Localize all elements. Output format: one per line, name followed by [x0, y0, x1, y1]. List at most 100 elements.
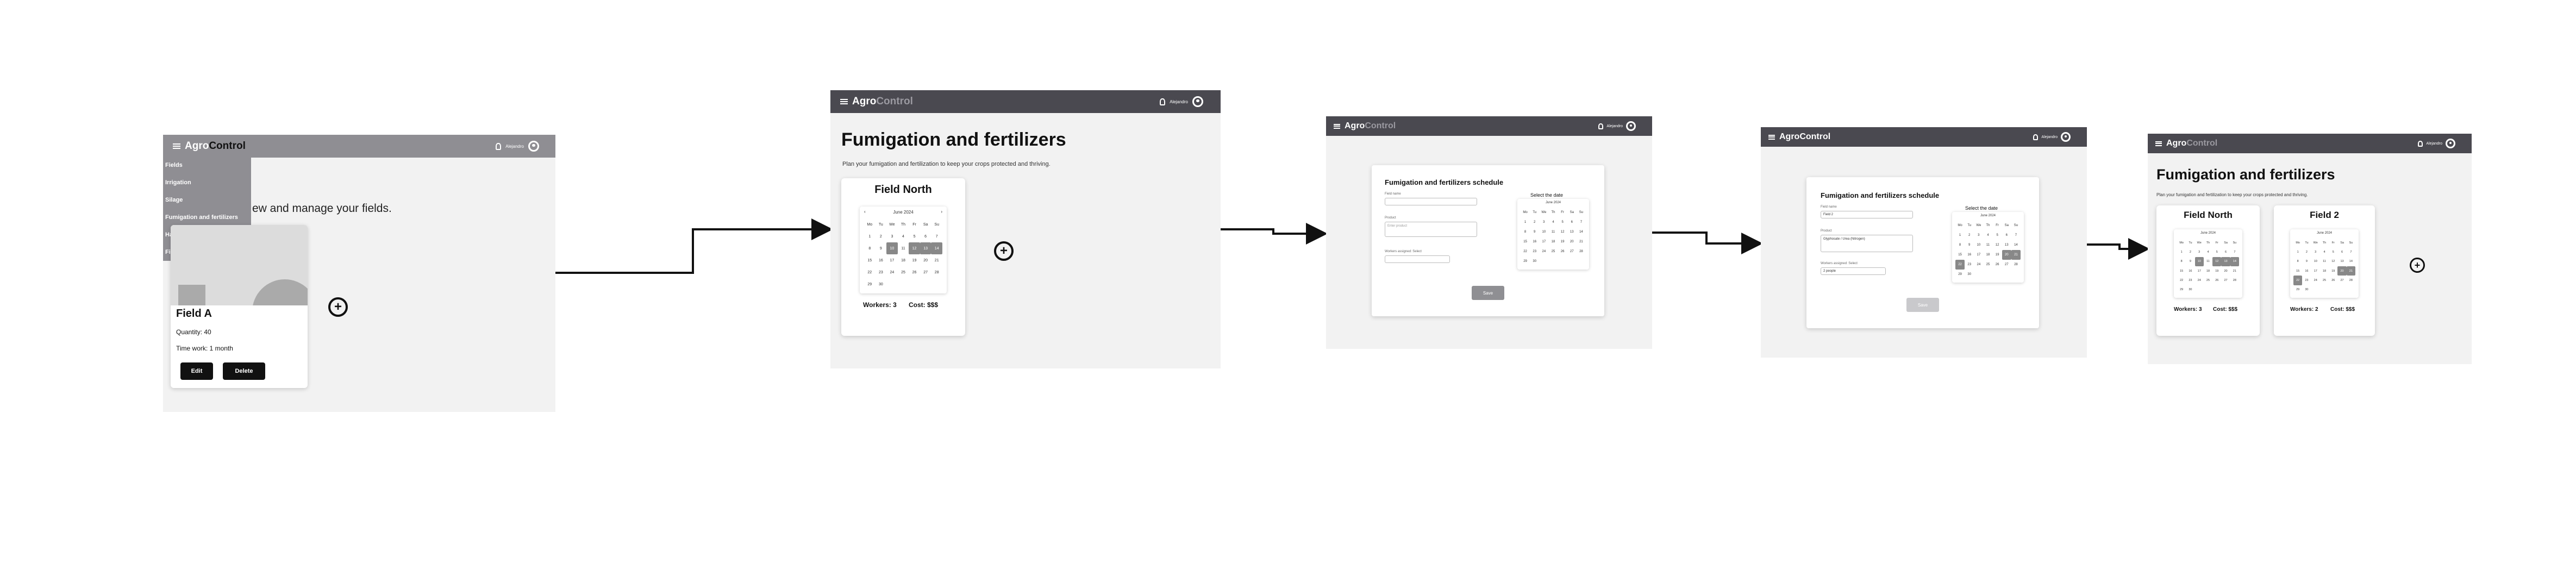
calendar-day[interactable]: 16	[2186, 266, 2194, 276]
avatar-icon[interactable]	[528, 141, 539, 152]
calendar-day[interactable]: 3	[1539, 217, 1548, 227]
calendar-day[interactable]: 6	[2221, 247, 2230, 257]
calendar-day[interactable]: 6	[1567, 217, 1577, 227]
calendar-day[interactable]: 29	[2293, 285, 2302, 295]
calendar-day[interactable]: 29	[2177, 285, 2186, 295]
calendar-day[interactable]: 23	[1530, 247, 1539, 257]
menu-icon[interactable]	[173, 143, 180, 149]
calendar-day[interactable]: 7	[1577, 217, 1586, 227]
calendar-day[interactable]: 8	[2177, 257, 2186, 266]
field-name-input[interactable]	[1385, 198, 1477, 205]
avatar-icon[interactable]	[1626, 121, 1636, 131]
calendar[interactable]: June 2024 Mo Tu We Th Fr Sa Su 1 2 3 4 5 6 7 8 9 10 11 12 1…	[2174, 229, 2242, 298]
calendar-day[interactable]: 23	[2186, 276, 2194, 285]
calendar-day[interactable]: 14	[2347, 257, 2355, 266]
calendar-day[interactable]: 5	[909, 230, 920, 242]
calendar-day[interactable]: 9	[1530, 227, 1539, 237]
calendar-day[interactable]: 17	[1974, 250, 1983, 260]
calendar-day[interactable]: 22	[864, 266, 876, 278]
brand-logo[interactable]: AgroControl	[2166, 139, 2217, 148]
calendar-day[interactable]: 30	[876, 278, 887, 290]
calendar-day[interactable]: 1	[2177, 247, 2186, 257]
calendar-day[interactable]: 27	[2002, 260, 2011, 270]
calendar-day[interactable]: 13	[2221, 257, 2230, 266]
calendar-day[interactable]: 24	[886, 266, 898, 278]
calendar-day[interactable]: 7	[931, 230, 942, 242]
user-name[interactable]: Alejandro	[1170, 99, 1188, 104]
calendar-day[interactable]: 3	[2311, 247, 2320, 257]
calendar-day[interactable]: 15	[1521, 237, 1530, 247]
calendar-day[interactable]: 22	[2177, 276, 2186, 285]
calendar-day[interactable]: 23	[1965, 260, 1974, 270]
calendar-day[interactable]: 28	[2011, 260, 2021, 270]
user-name[interactable]: Alejandro	[505, 144, 524, 149]
calendar[interactable]: June 2024 Mo Tu We Th Fr Sa Su 1 2 3 4 5 6 7 8 9 10 11 12 1…	[1517, 199, 1589, 270]
menu-icon[interactable]	[2155, 141, 2162, 146]
calendar[interactable]: June 2024 Mo Tu We Th Fr Sa Su 1 2 3 4 5 6 7 8 9 10 11 12 1…	[2290, 229, 2359, 298]
field-card-north[interactable]: Field North June 2024 Mo Tu We Th Fr Sa Su 1 2 3 4…	[2156, 205, 2260, 336]
calendar-day[interactable]: 9	[2302, 257, 2311, 266]
calendar-day[interactable]: 25	[1983, 260, 1992, 270]
calendar-day[interactable]: 25	[2320, 276, 2329, 285]
calendar-day[interactable]: 28	[931, 266, 942, 278]
calendar-day[interactable]: 20	[920, 254, 931, 266]
product-input[interactable]: Enter product	[1385, 222, 1477, 237]
calendar-day[interactable]: 7	[2230, 247, 2239, 257]
calendar-day[interactable]: 17	[2195, 266, 2204, 276]
calendar-day[interactable]: 27	[2337, 276, 2346, 285]
calendar-day[interactable]: 14	[2011, 240, 2021, 250]
calendar-day[interactable]: 26	[2212, 276, 2221, 285]
calendar-day[interactable]: 19	[2212, 266, 2221, 276]
menu-icon[interactable]	[1334, 123, 1340, 129]
calendar-day[interactable]: 2	[2186, 247, 2194, 257]
calendar-day[interactable]: 24	[2311, 276, 2320, 285]
calendar-day[interactable]: 5	[2329, 247, 2337, 257]
next-month-icon[interactable]: ›	[941, 209, 942, 214]
calendar-day[interactable]: 16	[2302, 266, 2311, 276]
workers-select[interactable]	[1385, 255, 1450, 263]
calendar-day[interactable]: 25	[898, 266, 909, 278]
calendar-day[interactable]: 28	[2230, 276, 2239, 285]
calendar-day[interactable]: 9	[2186, 257, 2194, 266]
calendar-day[interactable]: 17	[1539, 237, 1548, 247]
calendar-day[interactable]: 5	[1993, 230, 2002, 240]
calendar-day[interactable]: 11	[2204, 257, 2212, 266]
calendar-day[interactable]: 3	[1974, 230, 1983, 240]
calendar-day[interactable]: 12	[909, 242, 920, 254]
calendar-day[interactable]: 1	[1955, 230, 1965, 240]
calendar-day[interactable]: 13	[920, 242, 931, 254]
prev-month-icon[interactable]: ‹	[864, 209, 866, 214]
user-name[interactable]: Alejandro	[2426, 142, 2442, 146]
calendar-day[interactable]: 22	[1955, 260, 1965, 270]
calendar-day[interactable]: 18	[2320, 266, 2329, 276]
calendar-day[interactable]: 8	[1955, 240, 1965, 250]
calendar-day[interactable]: 10	[2194, 257, 2204, 266]
calendar-day[interactable]: 25	[2204, 276, 2212, 285]
calendar-day[interactable]: 5	[2212, 247, 2221, 257]
calendar-day[interactable]: 7	[2347, 247, 2355, 257]
calendar-day[interactable]: 17	[2311, 266, 2320, 276]
calendar-day[interactable]: 12	[2212, 257, 2222, 266]
calendar-day[interactable]: 29	[864, 278, 876, 290]
calendar-day[interactable]: 4	[2320, 247, 2329, 257]
calendar-day[interactable]: 26	[1558, 247, 1567, 257]
calendar-day[interactable]: 27	[1567, 247, 1577, 257]
calendar-day[interactable]: 24	[2195, 276, 2204, 285]
calendar-day[interactable]: 18	[1983, 250, 1992, 260]
calendar-day[interactable]: 8	[1521, 227, 1530, 237]
menu-item-silage[interactable]: Silage	[165, 197, 183, 203]
workers-select[interactable]: 2 people	[1821, 267, 1886, 275]
menu-icon[interactable]	[840, 99, 848, 104]
calendar-grid[interactable]: Mo Tu We Th Fr Sa Su 1 2 3 4 5 6 7 8 9 10 11 12 13 14 15 16 17 1…	[1521, 208, 1586, 266]
calendar-day[interactable]: 28	[2347, 276, 2355, 285]
calendar-day[interactable]: 30	[2186, 285, 2194, 295]
calendar-grid[interactable]: Mo Tu We Th Fr Sa Su 1 2 3 4 5 6 7 8 9 10 11 12 13 14 15 16 17 1…	[1955, 221, 2021, 279]
calendar-day[interactable]: 12	[1558, 227, 1567, 237]
calendar-day[interactable]: 27	[2221, 276, 2230, 285]
field-card-north[interactable]: Field North June 2024 ‹ › Mo Tu We Th Fr Sa Su…	[841, 178, 965, 336]
calendar-day[interactable]: 26	[909, 266, 920, 278]
bell-icon[interactable]	[2418, 140, 2423, 147]
calendar-grid[interactable]: Mo Tu We Th Fr Sa Su 1 2 3 4 5 6 7 8 9 10 11 12 13 14 15 16 17 1…	[2177, 238, 2239, 295]
add-schedule-icon[interactable]: +	[994, 241, 1014, 261]
calendar-day[interactable]: 7	[2011, 230, 2021, 240]
